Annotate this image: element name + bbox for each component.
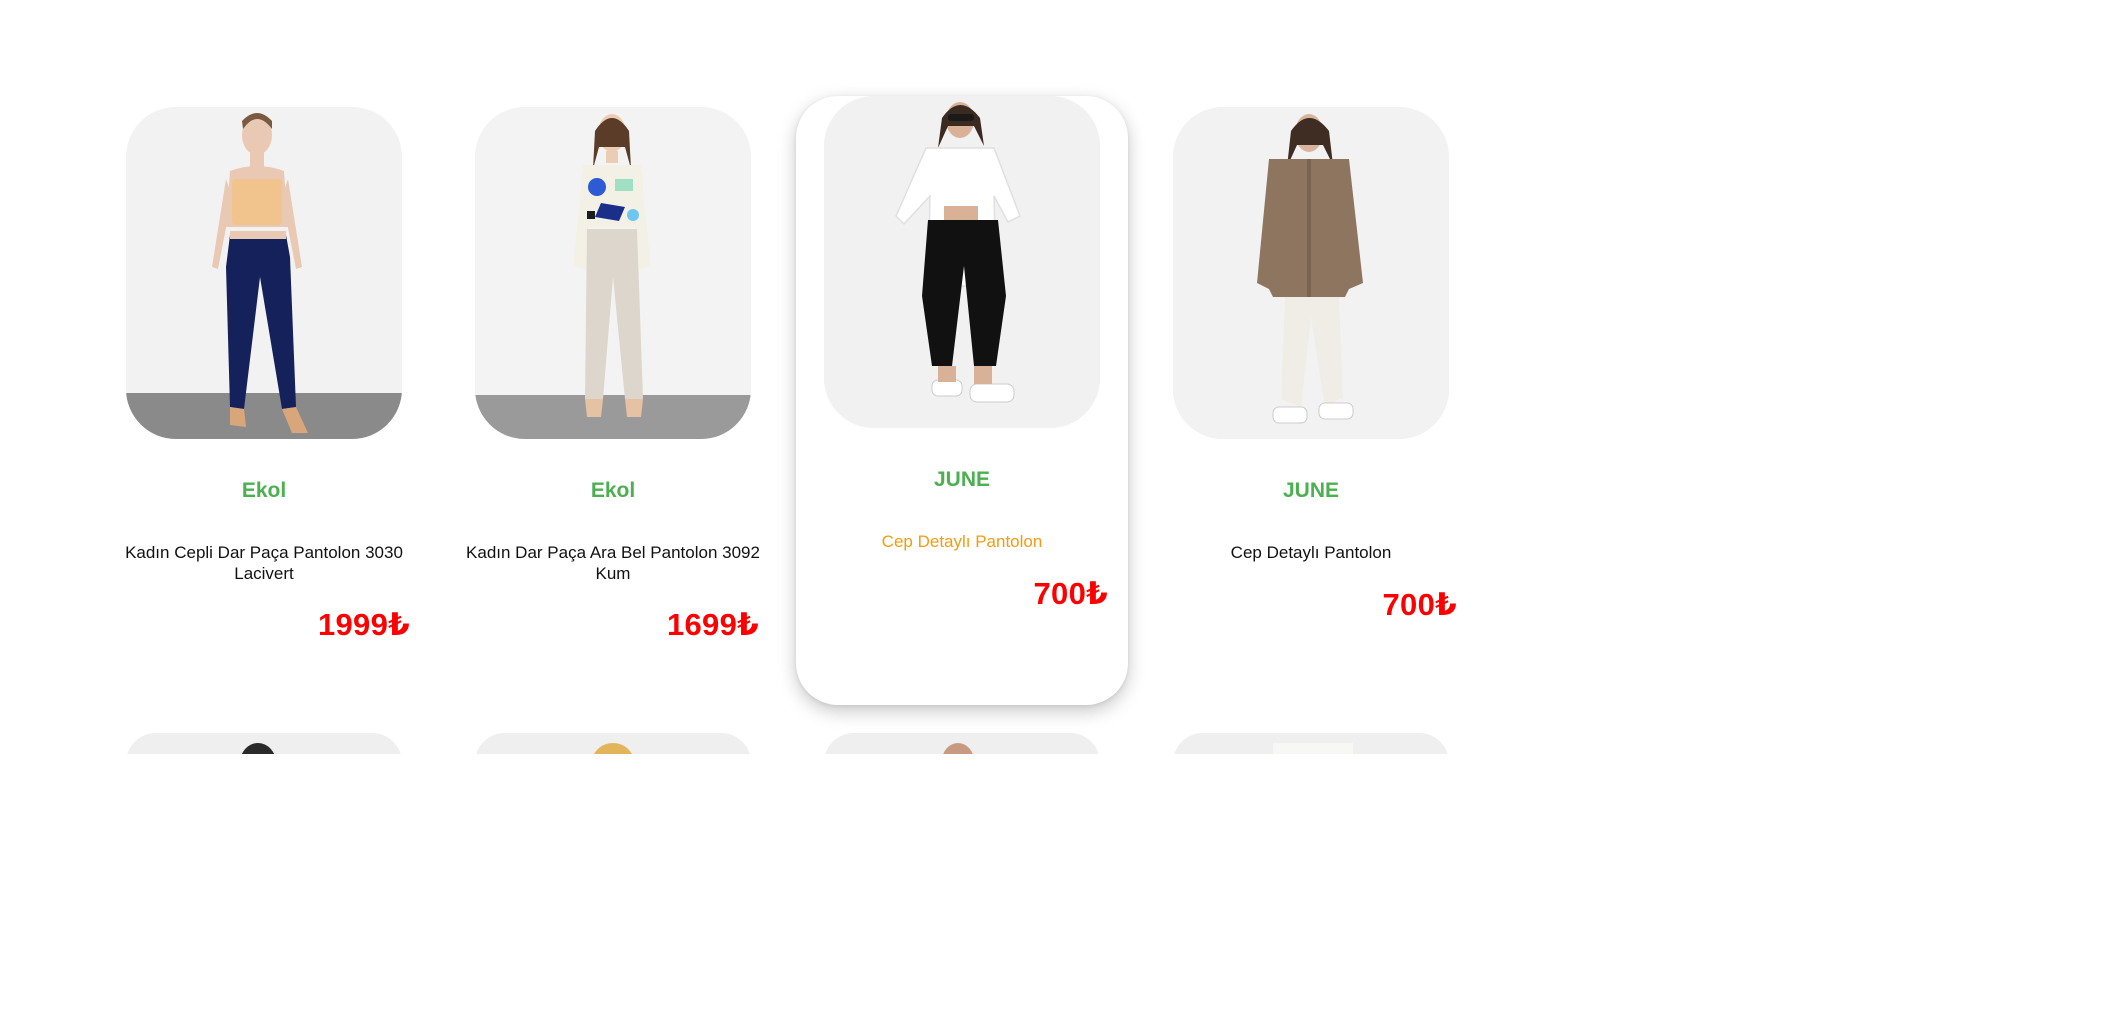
- model-white-trousers-image: [1173, 107, 1449, 439]
- model-navy-trousers-image: [126, 107, 402, 439]
- product-image-partial: [1173, 733, 1449, 754]
- product-card[interactable]: [447, 733, 779, 754]
- product-card[interactable]: JUNE Cep Detaylı Pantolon 700₺: [796, 96, 1128, 705]
- product-card[interactable]: [98, 733, 430, 754]
- product-image-partial: [126, 733, 402, 754]
- product-image-partial: [475, 733, 751, 754]
- product-image-partial: [824, 733, 1100, 754]
- product-brand[interactable]: JUNE: [796, 468, 1128, 492]
- model-sand-trousers-image: [475, 107, 751, 439]
- product-photo[interactable]: [1173, 107, 1449, 439]
- product-photo[interactable]: [475, 733, 751, 754]
- product-title[interactable]: Cep Detaylı Pantolon: [1155, 542, 1467, 563]
- product-photo[interactable]: [126, 733, 402, 754]
- product-card[interactable]: JUNE Cep Detaylı Pantolon 700₺: [1145, 107, 1477, 667]
- product-brand[interactable]: JUNE: [1145, 479, 1477, 503]
- product-brand[interactable]: Ekol: [98, 479, 430, 503]
- product-price: 1699₺: [666, 607, 759, 642]
- product-price: 1999₺: [317, 607, 410, 642]
- product-photo[interactable]: [824, 733, 1100, 754]
- product-photo[interactable]: [824, 96, 1100, 428]
- product-brand[interactable]: Ekol: [447, 479, 779, 503]
- product-photo[interactable]: [126, 107, 402, 439]
- product-grid: Ekol Kadın Cepli Dar Paça Pantolon 3030 …: [0, 0, 1568, 754]
- product-card[interactable]: Ekol Kadın Cepli Dar Paça Pantolon 3030 …: [98, 107, 430, 667]
- product-listing-page: Ekol Kadın Cepli Dar Paça Pantolon 3030 …: [0, 0, 1568, 754]
- product-price: 700₺: [1033, 576, 1108, 611]
- product-title[interactable]: Kadın Dar Paça Ara Bel Pantolon 3092 Kum: [457, 542, 769, 584]
- product-photo[interactable]: [475, 107, 751, 439]
- product-photo[interactable]: [1173, 733, 1449, 754]
- product-card[interactable]: [1145, 733, 1477, 754]
- product-title[interactable]: Kadın Cepli Dar Paça Pantolon 3030 Laciv…: [108, 542, 420, 584]
- product-card[interactable]: Ekol Kadın Dar Paça Ara Bel Pantolon 309…: [447, 107, 779, 667]
- product-price: 700₺: [1382, 587, 1457, 622]
- model-black-trousers-image: [824, 96, 1100, 428]
- product-title[interactable]: Cep Detaylı Pantolon: [806, 531, 1118, 552]
- product-card[interactable]: [796, 733, 1128, 754]
